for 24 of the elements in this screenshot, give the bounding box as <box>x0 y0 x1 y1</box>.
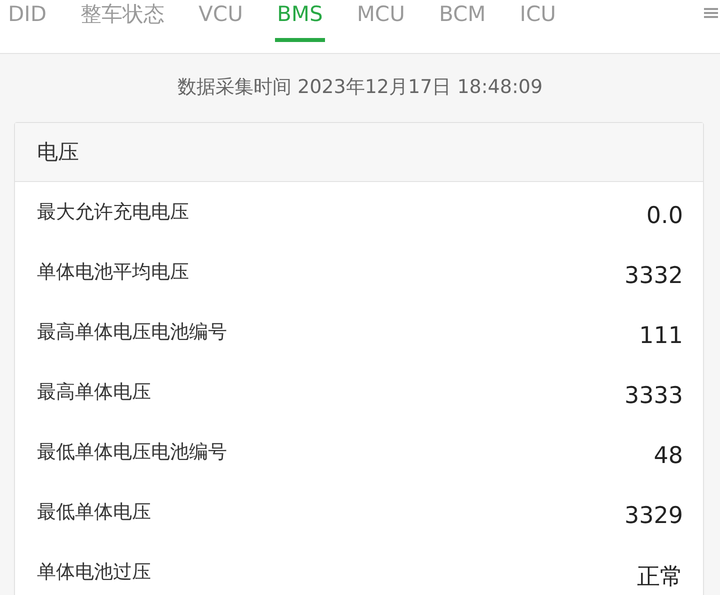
row-value: 0.0 <box>646 203 683 229</box>
section-title: 电压 <box>37 139 79 166</box>
row-label: 单体电池过压 <box>37 560 151 585</box>
tab[interactable]: 整车状态 <box>78 0 167 42</box>
row-label: 最高单体电压 <box>37 380 151 405</box>
row-label: 最高单体电压电池编号 <box>37 320 227 345</box>
row-value: 正常 <box>637 562 683 592</box>
row-label: 单体电池平均电压 <box>37 260 189 285</box>
collection-time: 数据采集时间 2023年12月17日 18:48:09 <box>176 75 544 100</box>
tab[interactable]: BMS <box>274 0 325 42</box>
menu-icon[interactable] <box>704 6 718 20</box>
row-label: 最低单体电压 <box>37 500 151 525</box>
row-value: 3329 <box>624 503 683 529</box>
row-value: 3333 <box>624 383 683 409</box>
tab[interactable]: ICU <box>518 0 558 42</box>
row-value: 111 <box>639 323 683 349</box>
tab[interactable]: VCU <box>196 0 245 42</box>
row-value: 48 <box>654 443 683 469</box>
row-value: 3332 <box>624 263 683 289</box>
tab[interactable]: MCU <box>354 0 407 42</box>
tab[interactable]: BCM <box>436 0 488 42</box>
row-label: 最低单体电压电池编号 <box>37 440 227 465</box>
row-label: 最大允许充电电压 <box>37 200 189 225</box>
tab[interactable]: DID <box>6 0 49 42</box>
